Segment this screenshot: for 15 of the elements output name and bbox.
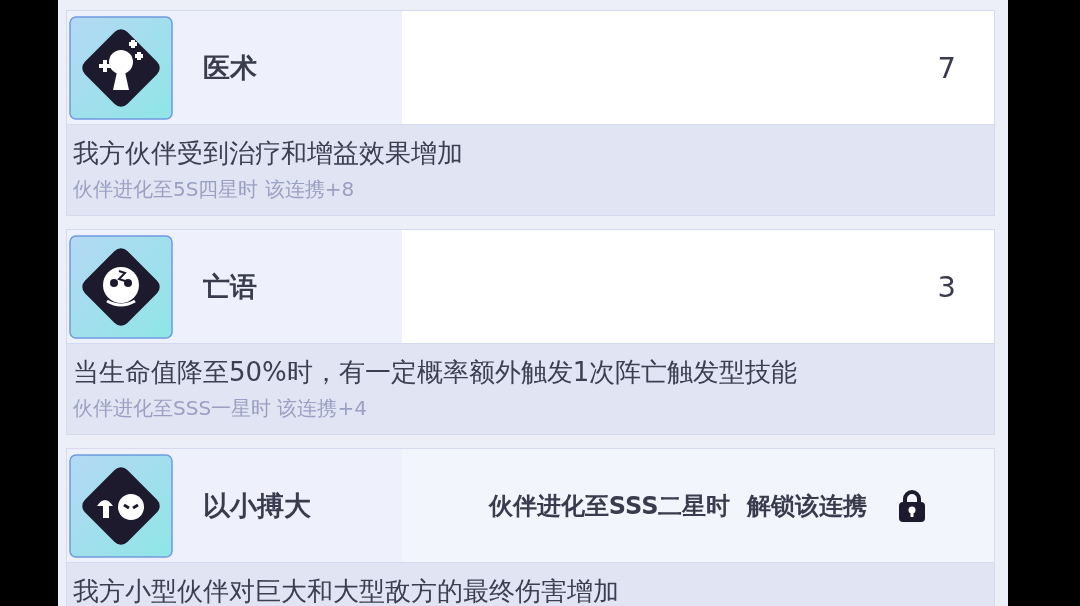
lock-icon bbox=[897, 488, 928, 523]
skill-name: 以小搏大 bbox=[203, 488, 311, 523]
skill-description: 我方小型伙伴对巨大和大型敌方的最终伤害增加 bbox=[73, 575, 620, 606]
skill-value: 7 bbox=[937, 50, 956, 85]
skill-description: 我方伙伴受到治疗和增益效果增加 bbox=[73, 137, 464, 170]
upgrade-condition: 伙伴进化至5S四星时 该连携+8 bbox=[73, 176, 356, 203]
skill-description: 当生命值降至50%时，有一定概率额外触发1次阵亡触发型技能 bbox=[73, 356, 799, 389]
skill-name: 亡语 bbox=[203, 269, 257, 304]
medic-icon bbox=[69, 15, 173, 120]
skull-icon bbox=[69, 234, 173, 339]
hand-and-face-icon bbox=[69, 453, 173, 558]
skill-name: 医术 bbox=[203, 50, 257, 85]
unlock-condition: 伙伴进化至SSS二星时 解锁该连携 bbox=[488, 490, 868, 522]
skill-value: 3 bbox=[937, 269, 956, 304]
upgrade-condition: 伙伴进化至SSS一星时 该连携+4 bbox=[73, 395, 368, 422]
